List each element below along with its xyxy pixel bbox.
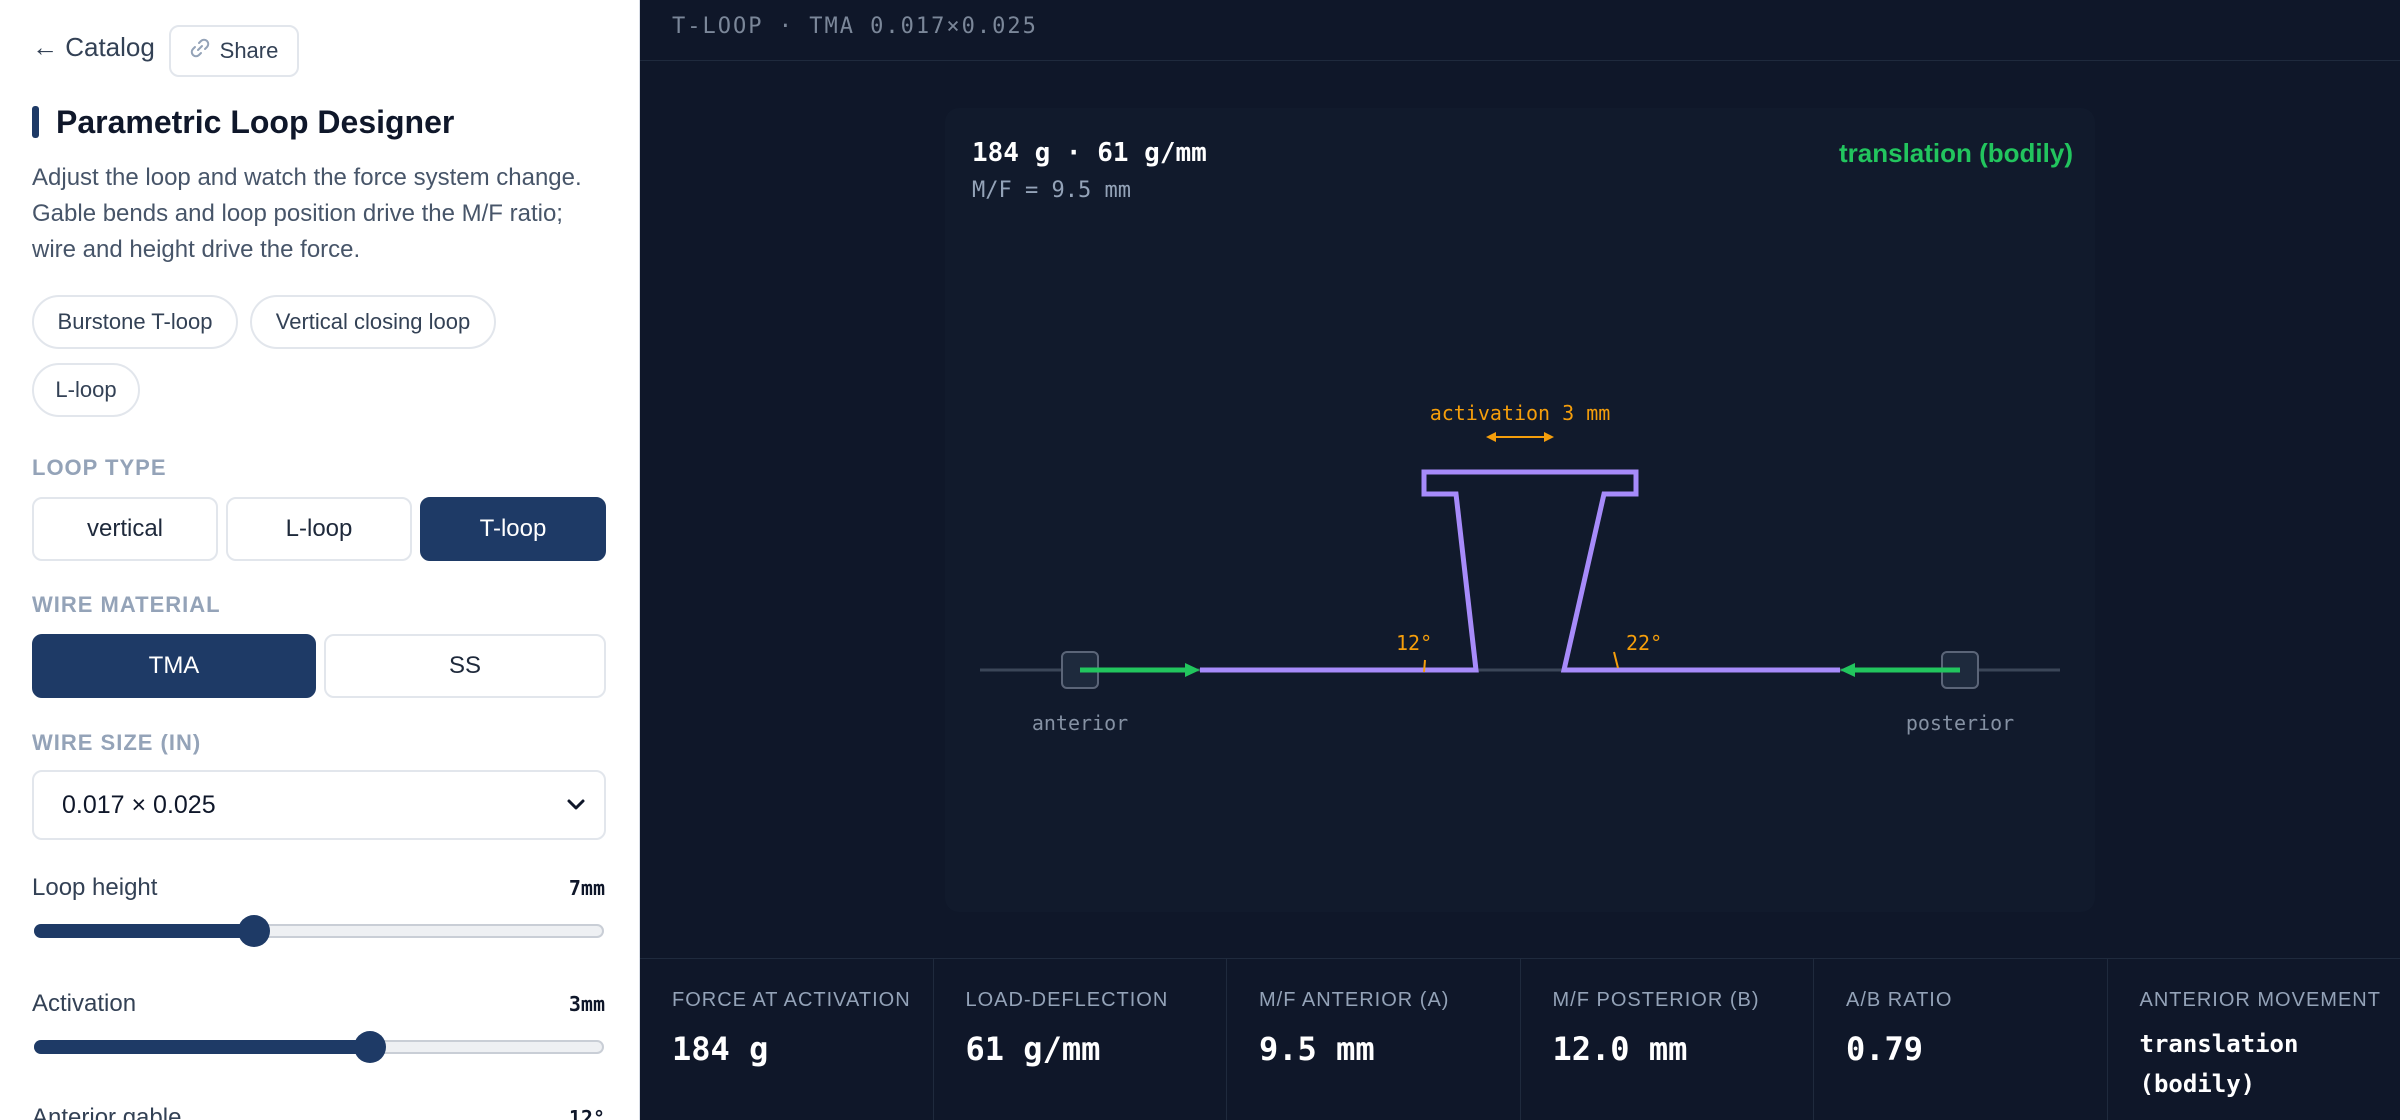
loop-type-t-loop[interactable]: T-loop xyxy=(420,497,606,561)
activation-slider[interactable] xyxy=(34,1031,604,1063)
loop-height-value: 7mm xyxy=(568,876,605,900)
stat-ab-ratio-value: 0.79 xyxy=(1846,1030,1924,1068)
share-button[interactable]: Share xyxy=(169,25,299,77)
share-label: Share xyxy=(219,38,279,63)
stat-anterior-movement: ANTERIOR MOVEMENT translation (bodily) xyxy=(2108,959,2400,1120)
stat-anterior-movement-value: translation (bodily) xyxy=(2139,1030,2299,1098)
stat-load-deflection: LOAD-DEFLECTION 61 g/mm xyxy=(934,959,1227,1120)
loop-height-thumb[interactable] xyxy=(237,915,270,947)
activation-thumb[interactable] xyxy=(353,1031,386,1063)
loop-height-fill xyxy=(34,924,252,938)
loop-height-label: Loop height xyxy=(32,874,158,901)
posterior-label: posterior xyxy=(1906,711,2014,735)
anterior-arrowhead xyxy=(1185,663,1200,677)
anterior-gable-tick xyxy=(1423,659,1426,673)
loop-type-vertical[interactable]: vertical xyxy=(32,497,218,561)
activation-label: Activation xyxy=(32,990,137,1017)
link-icon xyxy=(190,38,210,64)
t-loop-wire xyxy=(1200,469,1840,673)
stat-anterior-movement-label: ANTERIOR MOVEMENT xyxy=(2139,989,2381,1011)
posterior-arrowhead xyxy=(1840,663,1855,677)
chevron-down-icon xyxy=(567,799,585,810)
wire-material-ss[interactable]: SS xyxy=(324,634,606,698)
stat-force-label: FORCE AT ACTIVATION xyxy=(672,989,911,1011)
loop-height-slider[interactable] xyxy=(34,915,604,947)
anterior-gable-label: Anterior gable xyxy=(32,1104,182,1120)
wire-material-label: WIRE MATERIAL xyxy=(32,592,221,617)
activation-label: activation 3 mm xyxy=(1430,401,1611,425)
stat-ab-ratio-label: A/B RATIO xyxy=(1846,989,1953,1011)
stat-mf-anterior: M/F ANTERIOR (A) 9.5 mm xyxy=(1227,959,1521,1120)
preset-l-loop[interactable]: L-loop xyxy=(32,363,140,417)
stats-bar: FORCE AT ACTIVATION 184 g LOAD-DEFLECTIO… xyxy=(640,958,2400,1120)
back-to-catalog-link[interactable]: ← Catalog xyxy=(32,32,155,63)
preset-vertical-closing-loop[interactable]: Vertical closing loop xyxy=(250,295,496,349)
page-title: Parametric Loop Designer xyxy=(56,104,455,140)
activation-value: 3mm xyxy=(568,992,605,1016)
wire-size-select[interactable]: 0.017 × 0.025 xyxy=(32,770,606,840)
activation-fill xyxy=(34,1040,368,1054)
stat-force: FORCE AT ACTIVATION 184 g xyxy=(640,959,934,1120)
stat-mf-anterior-label: M/F ANTERIOR (A) xyxy=(1259,989,1450,1011)
preset-burstone-t-loop[interactable]: Burstone T-loop xyxy=(32,295,238,349)
wire-size-label: WIRE SIZE (IN) xyxy=(32,730,202,755)
stat-mf-posterior-label: M/F POSTERIOR (B) xyxy=(1552,989,1760,1011)
activation-arrowhead-left xyxy=(1486,432,1496,442)
loop-type-label: LOOP TYPE xyxy=(32,455,167,480)
loop-type-l-loop[interactable]: L-loop xyxy=(226,497,412,561)
activation-arrowhead-right xyxy=(1544,432,1554,442)
posterior-angle-label: 22° xyxy=(1626,631,1662,655)
posterior-gable-tick xyxy=(1613,651,1619,669)
page-description: Adjust the loop and watch the force syst… xyxy=(32,164,582,263)
stat-mf-posterior-value: 12.0 mm xyxy=(1552,1030,1688,1068)
wire-material-tma[interactable]: TMA xyxy=(32,634,316,698)
stat-force-value: 184 g xyxy=(672,1030,769,1068)
wire-size-value: 0.017 × 0.025 xyxy=(62,790,216,819)
title-accent-bar xyxy=(32,106,39,138)
stat-load-deflection-label: LOAD-DEFLECTION xyxy=(965,989,1169,1011)
anterior-angle-label: 12° xyxy=(1396,631,1432,655)
anterior-label: anterior xyxy=(1032,711,1128,735)
stat-load-deflection-value: 61 g/mm xyxy=(965,1030,1101,1068)
stat-mf-anterior-value: 9.5 mm xyxy=(1259,1030,1375,1068)
main-panel: T-LOOP · TMA 0.017×0.025 184 g · 61 g/mm… xyxy=(640,0,2400,1120)
stat-ab-ratio: A/B RATIO 0.79 xyxy=(1814,959,2108,1120)
stat-mf-posterior: M/F POSTERIOR (B) 12.0 mm xyxy=(1521,959,1814,1120)
anterior-gable-value: 12° xyxy=(568,1106,605,1120)
control-sidebar: ← Catalog Share Parametric Loop Designer… xyxy=(0,0,640,1120)
loop-diagram: activation 3 mm 12° 22° anterior posteri… xyxy=(980,401,2060,735)
